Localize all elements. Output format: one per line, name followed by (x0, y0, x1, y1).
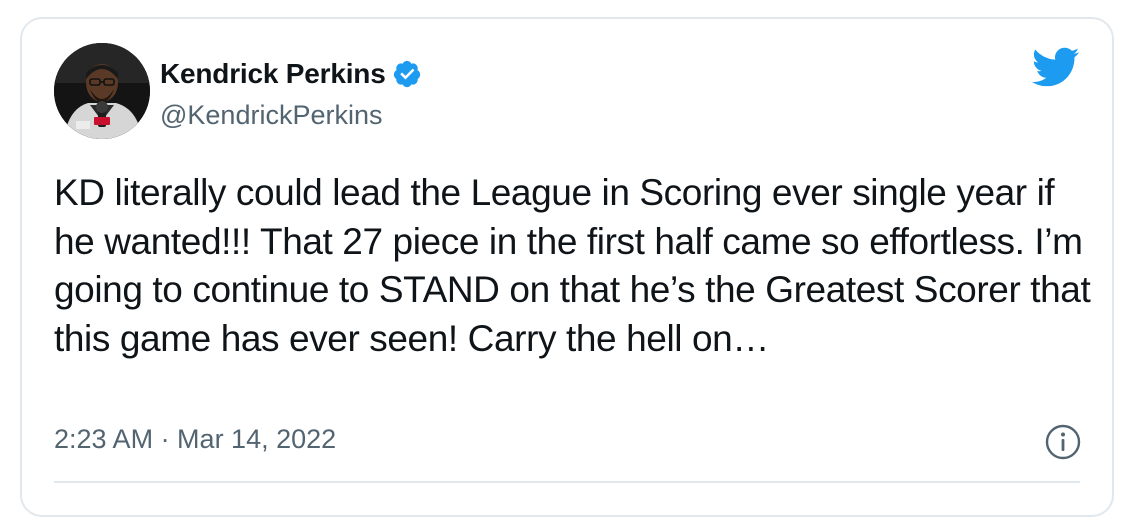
author-name-row: Kendrick Perkins (160, 57, 422, 91)
avatar[interactable] (54, 43, 150, 139)
tweet-card: Kendrick Perkins @KendrickPerkins KD lit… (20, 17, 1114, 517)
tweet-text: KD literally could lead the League in Sc… (54, 172, 1091, 359)
twitter-bird-icon[interactable] (1030, 45, 1080, 89)
avatar-image (54, 43, 150, 139)
tweet-timestamp[interactable]: 2:23 AM · Mar 14, 2022 (54, 421, 336, 457)
author-handle[interactable]: @KendrickPerkins (160, 99, 383, 131)
author-display-name[interactable]: Kendrick Perkins (160, 57, 386, 91)
info-icon[interactable] (1044, 423, 1082, 461)
verified-badge-icon (392, 59, 422, 89)
card-divider (54, 481, 1080, 483)
